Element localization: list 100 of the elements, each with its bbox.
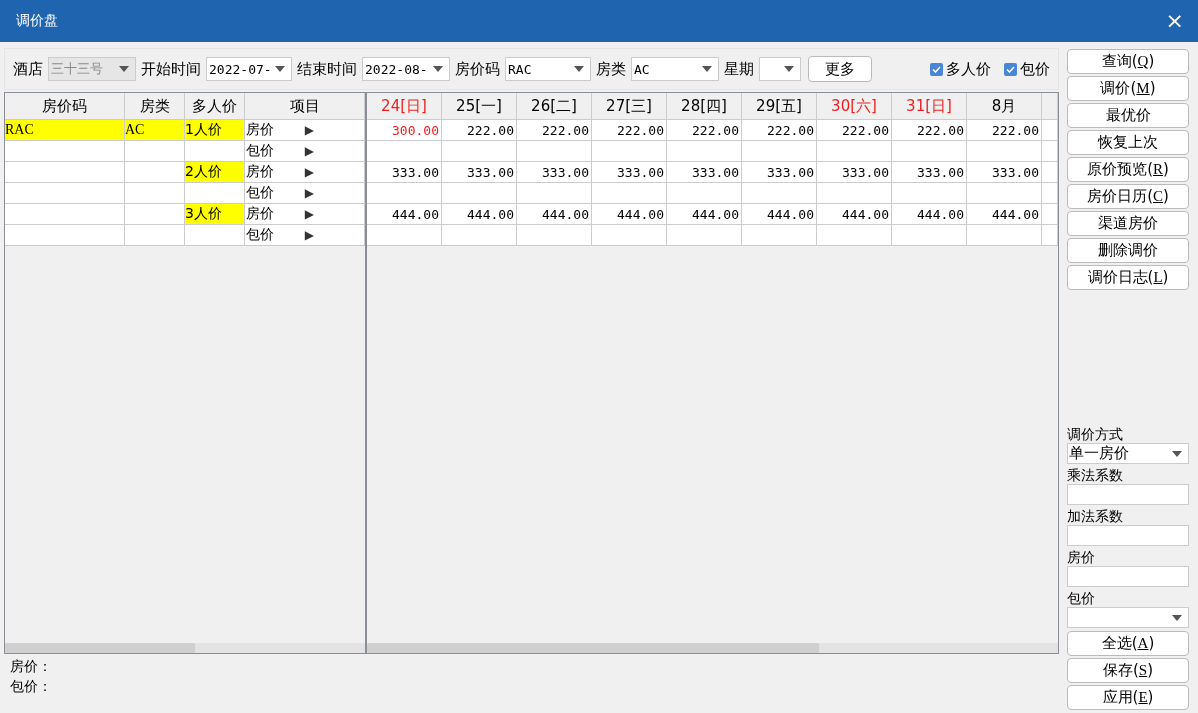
dropdown-arrow-icon: [784, 66, 794, 72]
price-cell[interactable]: 222.00: [667, 120, 742, 140]
date-header: 31[日]: [892, 93, 967, 119]
table-cell: 1人价: [185, 120, 245, 140]
price-cell[interactable]: 333.00: [442, 162, 517, 182]
field-label: 房价: [1067, 548, 1096, 566]
dropdown-field[interactable]: AC: [631, 57, 719, 81]
field-label: 调价方式: [1067, 425, 1124, 443]
filter-label: 房价码: [455, 59, 500, 79]
column-header: 项目: [245, 93, 365, 119]
price-cell[interactable]: 333.00: [817, 162, 892, 182]
checkbox[interactable]: [930, 62, 943, 76]
close-button[interactable]: ×: [1165, 10, 1184, 32]
filter-label: 星期: [724, 59, 754, 79]
expand-arrow-icon[interactable]: ▶: [304, 228, 314, 242]
dropdown-arrow-icon: [1172, 614, 1182, 621]
price-cell[interactable]: 333.00: [592, 162, 667, 182]
price-cell[interactable]: 444.00: [592, 204, 667, 224]
filter-label: 结束时间: [297, 59, 357, 79]
summary-label: 房价：: [10, 658, 53, 676]
expand-arrow-icon[interactable]: ▶: [304, 144, 314, 158]
window-title: 调价盘: [16, 12, 58, 30]
price-cell[interactable]: 222.00: [967, 120, 1042, 140]
table-cell: 房价 ▶: [245, 162, 365, 182]
price-cell[interactable]: 222.00: [742, 120, 817, 140]
action-button[interactable]: 调价日志(L): [1067, 265, 1189, 290]
action-button[interactable]: 渠道房价: [1067, 211, 1189, 236]
action-button[interactable]: 房价日历(C): [1067, 184, 1189, 209]
dropdown-field[interactable]: RAC: [505, 57, 591, 81]
price-cell[interactable]: 333.00: [892, 162, 967, 182]
price-cell[interactable]: 300.00: [367, 120, 442, 140]
price-cell[interactable]: 444.00: [742, 204, 817, 224]
expand-arrow-icon[interactable]: ▶: [304, 165, 314, 179]
date-header: 24[日]: [367, 93, 442, 119]
price-cell[interactable]: 444.00: [817, 204, 892, 224]
table-cell: 3人价: [185, 204, 245, 224]
price-cell[interactable]: 222.00: [892, 120, 967, 140]
dropdown-field[interactable]: [1067, 607, 1189, 628]
price-cell[interactable]: 333.00: [742, 162, 817, 182]
table-cell: 包价 ▶: [245, 141, 365, 161]
table-cell: 房价 ▶: [245, 204, 365, 224]
action-button[interactable]: 保存(S): [1067, 658, 1189, 683]
action-button[interactable]: 原价预览(R): [1067, 157, 1189, 182]
table-cell: 2人价: [185, 162, 245, 182]
price-cell[interactable]: 444.00: [967, 204, 1042, 224]
horizontal-scrollbar[interactable]: [5, 643, 365, 653]
price-cell[interactable]: 222.00: [517, 120, 592, 140]
expand-arrow-icon[interactable]: ▶: [304, 186, 314, 200]
field-label: 乘法系数: [1067, 466, 1124, 484]
input-field[interactable]: [1067, 566, 1189, 587]
dropdown-field[interactable]: 单一房价: [1067, 443, 1189, 464]
expand-arrow-icon[interactable]: ▶: [304, 207, 314, 221]
action-button[interactable]: 删除调价: [1067, 238, 1189, 263]
date-header: 8月: [967, 93, 1042, 119]
price-cell[interactable]: 333.00: [517, 162, 592, 182]
price-cell[interactable]: 222.00: [817, 120, 892, 140]
price-cell[interactable]: 333.00: [967, 162, 1042, 182]
column-header: 房类: [125, 93, 185, 119]
dropdown-field[interactable]: 2022-07-: [206, 57, 292, 81]
filter-label: 酒店: [13, 59, 43, 79]
action-button[interactable]: 调价(M): [1067, 76, 1189, 101]
price-cell[interactable]: 222.00: [592, 120, 667, 140]
dropdown-arrow-icon: [119, 66, 129, 72]
table-cell: 包价 ▶: [245, 183, 365, 203]
column-header: 房价码: [5, 93, 125, 119]
price-cell[interactable]: 333.00: [367, 162, 442, 182]
date-header: 27[三]: [592, 93, 667, 119]
price-cell[interactable]: 444.00: [367, 204, 442, 224]
summary-label: 包价：: [10, 678, 53, 696]
price-cell[interactable]: 333.00: [667, 162, 742, 182]
price-cell[interactable]: 444.00: [667, 204, 742, 224]
action-button[interactable]: 全选(A): [1067, 631, 1189, 656]
field-label: 加法系数: [1067, 507, 1124, 525]
column-header: 多人价: [185, 93, 245, 119]
checkbox-label: 包价: [1020, 59, 1050, 79]
dropdown-arrow-icon: [702, 66, 712, 72]
table-cell: RAC: [5, 120, 125, 140]
horizontal-scrollbar[interactable]: [367, 643, 1058, 653]
dropdown-field[interactable]: 2022-08-: [362, 57, 450, 81]
dropdown-arrow-icon: [1172, 450, 1182, 457]
date-header: 30[六]: [817, 93, 892, 119]
date-header: 26[二]: [517, 93, 592, 119]
more-button[interactable]: 更多: [808, 56, 872, 82]
price-cell[interactable]: 222.00: [442, 120, 517, 140]
input-field[interactable]: [1067, 525, 1189, 546]
expand-arrow-icon[interactable]: ▶: [304, 123, 314, 137]
price-cell[interactable]: 444.00: [892, 204, 967, 224]
input-field[interactable]: [1067, 484, 1189, 505]
dropdown-arrow-icon: [574, 66, 584, 72]
action-button[interactable]: 最优价: [1067, 103, 1189, 128]
checkbox[interactable]: [1004, 62, 1017, 76]
filter-label: 房类: [596, 59, 626, 79]
dropdown-field[interactable]: [759, 57, 801, 81]
price-cell[interactable]: 444.00: [517, 204, 592, 224]
date-header: 29[五]: [742, 93, 817, 119]
price-cell[interactable]: 444.00: [442, 204, 517, 224]
action-button[interactable]: 查询(Q): [1067, 49, 1189, 74]
action-button[interactable]: 恢复上次: [1067, 130, 1189, 155]
action-button[interactable]: 应用(E): [1067, 685, 1189, 710]
date-header: 25[一]: [442, 93, 517, 119]
